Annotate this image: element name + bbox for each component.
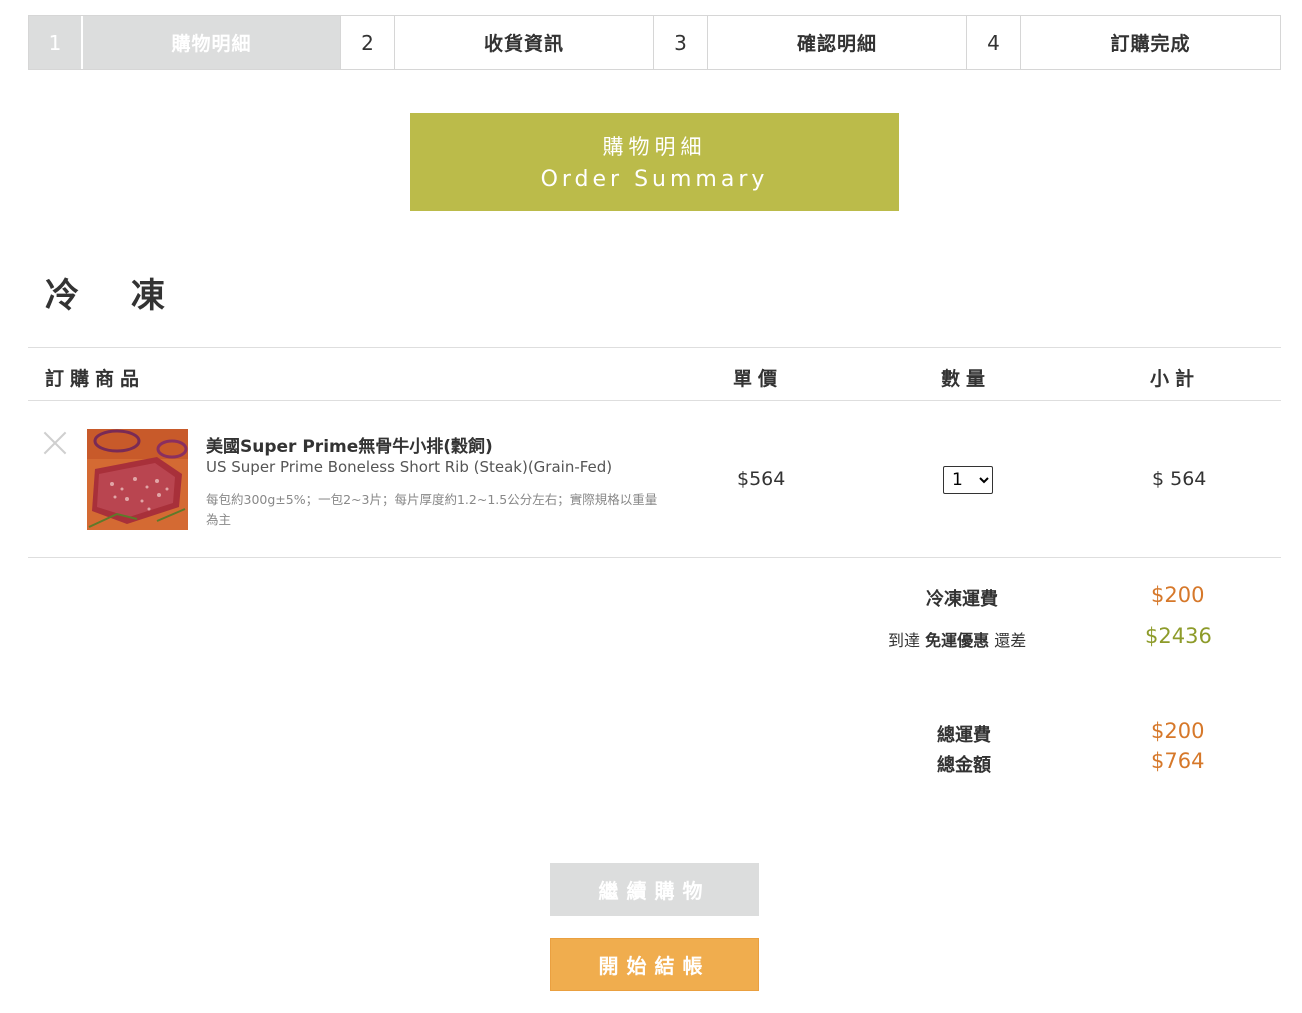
shipping-label: 冷凍運費 (926, 589, 998, 610)
continue-shopping-button[interactable]: 繼續購物 (550, 863, 759, 916)
step-label: 收貨資訊 (395, 16, 654, 69)
shipping-value: $200 (1151, 583, 1205, 607)
free-shipping-label: 免運優惠 (925, 631, 990, 650)
step-label: 確認明細 (708, 16, 967, 69)
step-number: 4 (967, 16, 1021, 69)
step-confirm: 3 確認明細 (654, 16, 967, 69)
header-product: 訂購商品 (45, 368, 146, 390)
step-number: 3 (654, 16, 708, 69)
unit-price: $564 (737, 468, 786, 490)
product-name[interactable]: 美國Super Prime無骨牛小排(穀飼) (206, 432, 493, 457)
total-amount-label: 總金額 (937, 755, 991, 776)
checkout-button[interactable]: 開始結帳 (550, 938, 759, 991)
free-shipping-remaining: $2436 (1145, 624, 1212, 648)
product-image[interactable] (87, 429, 188, 530)
subtotal: $ 564 (1152, 468, 1207, 490)
remove-item-icon[interactable] (42, 430, 68, 456)
total-shipping-value: $200 (1151, 719, 1205, 743)
free-shipping-note: 到達 免運優惠 還差 (888, 627, 1026, 651)
step-number: 1 (29, 16, 83, 69)
header-subtotal: 小計 (1150, 368, 1201, 390)
step-shipping-info: 2 收貨資訊 (341, 16, 654, 69)
product-name-en: US Super Prime Boneless Short Rib (Steak… (206, 458, 613, 476)
page-title-banner: 購物明細 Order Summary (410, 113, 899, 211)
divider (28, 400, 1281, 401)
step-label: 訂購完成 (1110, 33, 1191, 55)
checkout-steps: 1 購物明細 2 收貨資訊 3 確認明細 4 訂購完成 (28, 15, 1281, 70)
step-complete: 4 訂購完成 (967, 16, 1280, 69)
quantity-select[interactable]: 1 (943, 466, 993, 494)
step-number: 2 (341, 16, 395, 69)
free-shipping-suffix: 還差 (994, 631, 1027, 650)
header-unit-price: 單價 (733, 368, 784, 390)
total-shipping-label: 總運費 (937, 725, 991, 746)
page-title-zh: 購物明細 (602, 135, 707, 159)
divider (28, 557, 1281, 558)
section-title-frozen: 冷 凍 (45, 276, 185, 316)
free-shipping-prefix: 到達 (888, 631, 921, 650)
divider (28, 347, 1281, 348)
step-order-summary: 1 購物明細 (29, 16, 341, 69)
page-title-en: Order Summary (540, 167, 769, 192)
header-quantity: 數量 (941, 368, 992, 390)
product-spec: 每包約300g±5%；一包2~3片；每片厚度約1.2~1.5公分左右；實際規格以… (206, 492, 658, 527)
step-label: 購物明細 (83, 16, 341, 69)
total-amount-value: $764 (1151, 749, 1205, 773)
